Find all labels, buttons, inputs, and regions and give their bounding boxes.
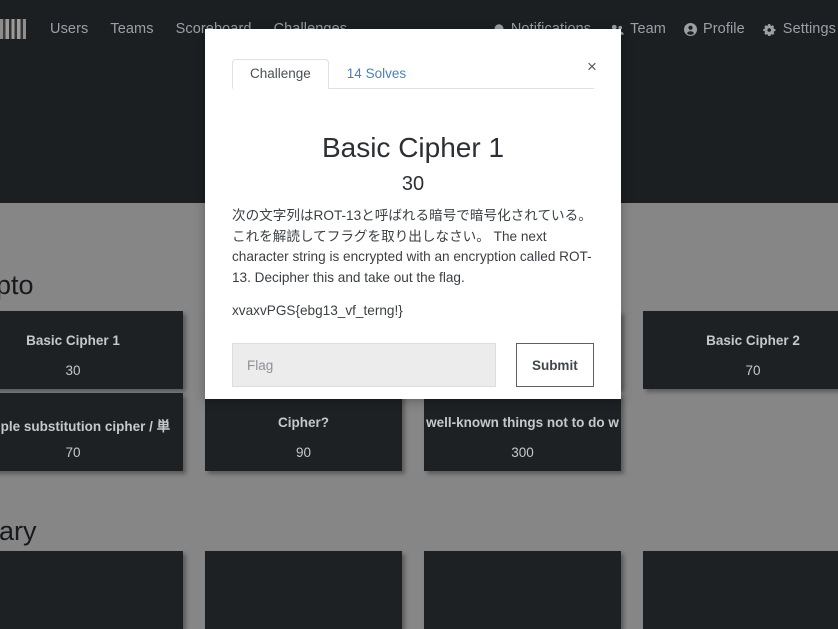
challenge-card-name: Basic Cipher 2 bbox=[706, 333, 800, 348]
challenge-card-points: 90 bbox=[295, 445, 312, 460]
nav-link-users[interactable]: Users bbox=[50, 21, 88, 37]
category-title-crypto: Crypto bbox=[0, 270, 34, 300]
challenge-card-name: Cipher? bbox=[277, 415, 329, 430]
modal-tab-bar: Challenge 14 Solves bbox=[232, 56, 594, 89]
challenge-card-points: 70 bbox=[745, 363, 761, 378]
challenge-card-points: 300 bbox=[511, 445, 534, 460]
challenge-points: 30 bbox=[401, 173, 425, 195]
challenge-card-name: well-known things not to do w bbox=[426, 415, 619, 430]
challenge-card[interactable] bbox=[0, 551, 183, 629]
challenge-description: 次の文字列はROT-13と呼ばれる暗号で暗号化されている。これを解読してフラグを… bbox=[232, 208, 592, 285]
nav-item-profile[interactable]: Profile bbox=[683, 21, 745, 37]
category-title-binary: Binary bbox=[0, 516, 37, 546]
tab-challenge[interactable]: Challenge bbox=[232, 58, 329, 89]
tab-solves[interactable]: 14 Solves bbox=[329, 59, 424, 90]
flag-input[interactable] bbox=[232, 343, 496, 387]
close-icon[interactable]: × bbox=[581, 56, 603, 78]
challenge-card[interactable] bbox=[643, 551, 838, 629]
challenge-card-name: Basic Cipher 1 bbox=[26, 333, 120, 348]
nav-label-team: Team bbox=[630, 21, 666, 37]
nav-label-profile: Profile bbox=[702, 21, 745, 37]
flag-submission-row: Submit bbox=[232, 343, 594, 391]
challenge-card[interactable]: Basic Cipher 1 30 bbox=[0, 311, 183, 389]
challenge-card-points: 30 bbox=[65, 363, 81, 378]
challenge-card[interactable]: Cipher? 90 bbox=[205, 393, 402, 471]
submit-button[interactable]: Submit bbox=[515, 343, 594, 387]
challenge-card[interactable]: Simple substitution cipher / 単 70 bbox=[0, 393, 183, 471]
challenge-modal: Challenge 14 Solves × Basic Cipher 1 30 … bbox=[205, 29, 621, 399]
challenge-card-points: 70 bbox=[65, 445, 81, 460]
challenge-card[interactable]: Basic Cipher 2 70 bbox=[643, 311, 838, 389]
challenge-card[interactable] bbox=[424, 551, 621, 629]
site-logo[interactable] bbox=[0, 19, 26, 39]
nav-label-settings: Settings bbox=[782, 21, 836, 37]
challenge-title: Basic Cipher 1 bbox=[321, 132, 505, 163]
nav-link-teams[interactable]: Teams bbox=[110, 21, 153, 37]
challenge-cipher-text: xvaxvPGS{ebg13_vf_terng!} bbox=[232, 303, 403, 318]
challenge-card[interactable]: well-known things not to do w 300 bbox=[424, 393, 621, 471]
challenge-card[interactable] bbox=[205, 551, 402, 629]
gear-icon bbox=[763, 23, 777, 36]
challenge-card-name: Simple substitution cipher / 単 bbox=[0, 419, 171, 434]
user-circle-icon bbox=[683, 22, 697, 36]
nav-item-settings[interactable]: Settings bbox=[763, 21, 836, 37]
